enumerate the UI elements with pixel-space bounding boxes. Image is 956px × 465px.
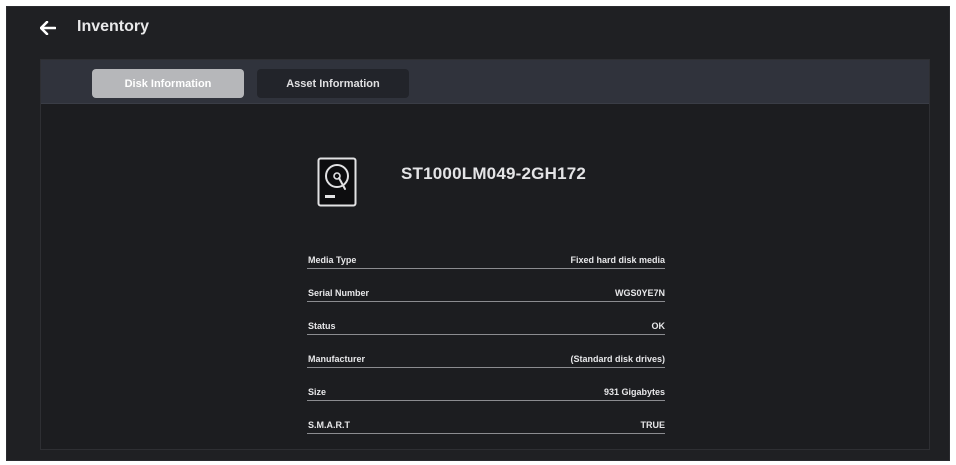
hard-disk-icon	[317, 157, 357, 207]
header: Inventory	[7, 7, 949, 49]
info-value: OK	[651, 321, 666, 331]
info-label: Media Type	[308, 255, 357, 265]
disk-info-table: Media Type Fixed hard disk media Serial …	[307, 236, 665, 434]
inventory-window: Inventory Disk Information Asset Informa…	[6, 6, 950, 461]
info-label: Status	[308, 321, 336, 331]
disk-model-name: ST1000LM049-2GH172	[401, 164, 587, 183]
tab-disk-information[interactable]: Disk Information	[92, 69, 244, 98]
info-row-media-type: Media Type Fixed hard disk media	[307, 236, 665, 269]
back-button[interactable]	[35, 16, 61, 40]
info-row-manufacturer: Manufacturer (Standard disk drives)	[307, 335, 665, 368]
info-label: Size	[308, 387, 327, 397]
info-value: Fixed hard disk media	[570, 255, 665, 265]
info-label: Serial Number	[308, 288, 370, 298]
tab-bar: Disk Information Asset Information	[41, 60, 929, 104]
info-value: (Standard disk drives)	[570, 354, 665, 364]
info-value: WGS0YE7N	[614, 288, 665, 298]
page-title: Inventory	[77, 18, 150, 35]
content-panel: Disk Information Asset Information ST100…	[40, 59, 930, 450]
info-label: S.M.A.R.T	[308, 420, 350, 430]
info-row-serial-number: Serial Number WGS0YE7N	[307, 269, 665, 302]
info-value: 931 Gigabytes	[603, 387, 665, 397]
arrow-left-icon	[40, 21, 56, 35]
info-label: Manufacturer	[308, 354, 366, 364]
info-row-size: Size 931 Gigabytes	[307, 368, 665, 401]
tab-asset-information[interactable]: Asset Information	[257, 69, 409, 98]
info-row-smart: S.M.A.R.T TRUE	[307, 401, 665, 434]
info-row-status: Status OK	[307, 302, 665, 335]
info-value: TRUE	[640, 420, 666, 430]
